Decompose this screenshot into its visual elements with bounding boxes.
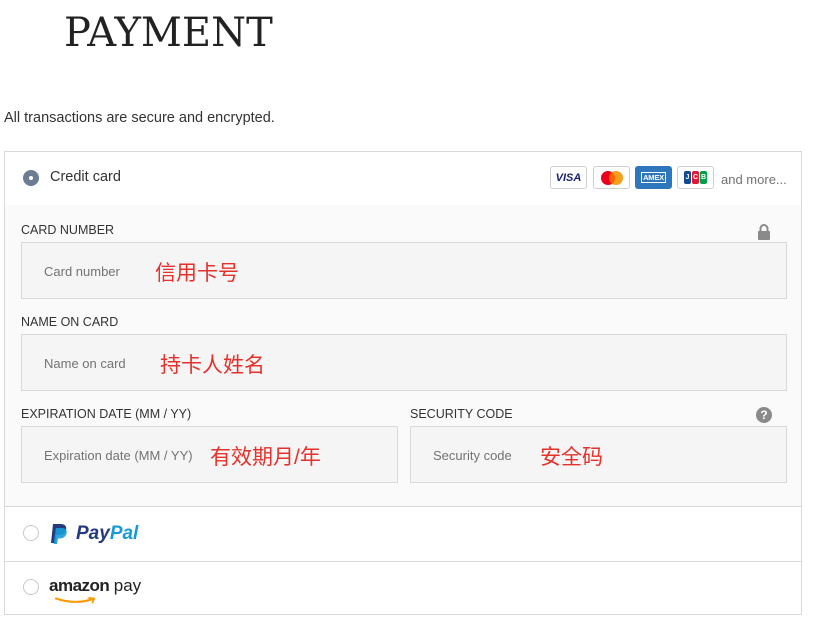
name-on-card-label: NAME ON CARD xyxy=(21,315,119,329)
name-on-card-field[interactable]: Name on card 持卡人姓名 xyxy=(21,334,787,391)
mastercard-icon xyxy=(593,166,630,189)
payment-methods-panel: Credit card VISA AMEX J C B and more... … xyxy=(4,151,802,615)
credit-card-label: Credit card xyxy=(50,169,121,185)
payment-option-credit-card[interactable]: Credit card VISA AMEX J C B and more... xyxy=(5,152,801,206)
lock-icon xyxy=(758,224,770,240)
security-code-field[interactable]: Security code 安全码 xyxy=(410,426,787,483)
name-on-card-annotation: 持卡人姓名 xyxy=(160,354,265,377)
security-code-annotation: 安全码 xyxy=(540,446,603,469)
secure-note: All transactions are secure and encrypte… xyxy=(4,110,275,126)
payment-option-paypal[interactable]: Pay Pal xyxy=(5,507,801,562)
credit-card-radio[interactable] xyxy=(23,170,39,186)
expiration-date-label: EXPIRATION DATE (MM / YY) xyxy=(21,407,192,421)
amazon-pay-radio[interactable] xyxy=(23,579,39,595)
expiration-date-placeholder: Expiration date (MM / YY) xyxy=(44,448,193,463)
amazon-smile-icon xyxy=(55,597,96,604)
expiration-date-field[interactable]: Expiration date (MM / YY) 有效期月/年 xyxy=(21,426,398,483)
card-number-label: CARD NUMBER xyxy=(21,223,115,237)
card-number-field[interactable]: Card number 信用卡号 xyxy=(21,242,787,299)
expiration-date-annotation: 有效期月/年 xyxy=(210,446,321,469)
jcb-icon: J C B xyxy=(677,166,714,189)
security-code-label: SECURITY CODE xyxy=(410,407,513,421)
credit-card-form: CARD NUMBER Card number 信用卡号 NAME ON CAR… xyxy=(5,205,801,507)
name-on-card-placeholder: Name on card xyxy=(44,356,126,371)
security-code-placeholder: Security code xyxy=(433,448,512,463)
more-brands-text: and more... xyxy=(721,172,787,187)
amazon-pay-logo: amazon pay xyxy=(49,576,141,606)
card-number-annotation: 信用卡号 xyxy=(155,262,239,285)
paypal-p-icon xyxy=(51,524,67,544)
card-number-placeholder: Card number xyxy=(44,264,120,279)
amex-icon: AMEX xyxy=(635,166,672,189)
paypal-logo: Pay Pal xyxy=(49,521,138,547)
help-icon[interactable]: ? xyxy=(756,407,772,423)
page-title: PAYMENT xyxy=(64,10,273,56)
payment-option-amazon-pay[interactable]: amazon pay xyxy=(5,562,801,615)
visa-icon: VISA xyxy=(550,166,587,189)
paypal-radio[interactable] xyxy=(23,525,39,541)
